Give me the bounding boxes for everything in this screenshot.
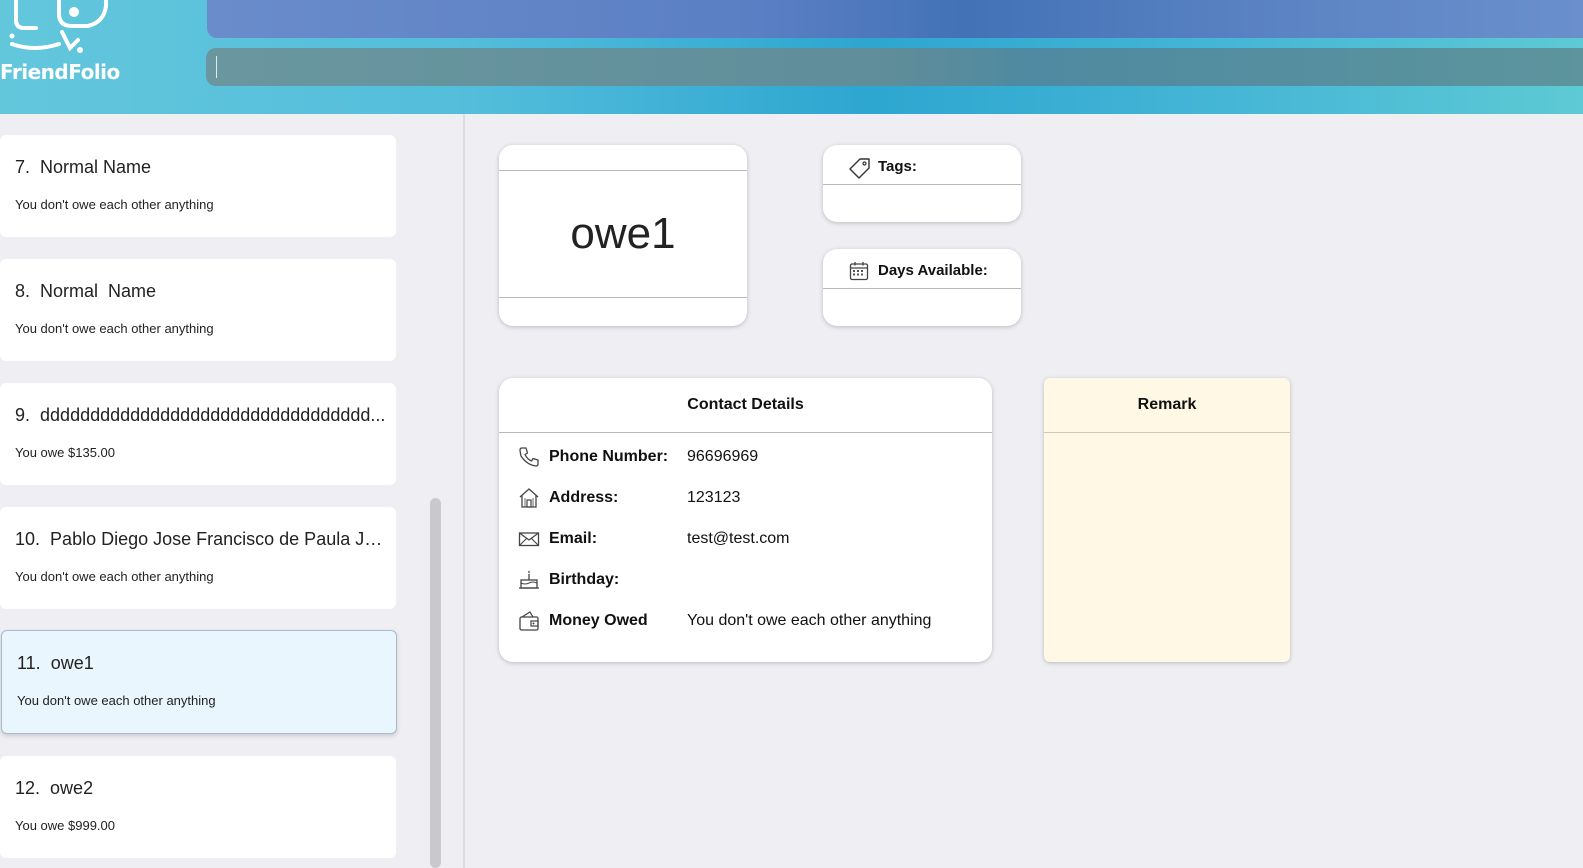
divider — [499, 297, 747, 298]
calendar-icon — [849, 261, 869, 281]
email-row: Email: test@test.com — [499, 527, 992, 551]
panel-divider[interactable] — [463, 114, 465, 868]
logo-icon — [4, 0, 108, 58]
command-input[interactable] — [206, 48, 1583, 86]
list-item[interactable]: 12. owe2 You owe $999.00 — [0, 756, 396, 858]
list-scrollbar[interactable] — [430, 498, 441, 868]
divider — [499, 432, 992, 433]
name-card: owe1 — [499, 145, 747, 326]
phone-label: Phone Number: — [549, 448, 669, 465]
phone-value: 96696969 — [687, 448, 759, 465]
money-owed-row: Money Owed You don't owe each other anyt… — [499, 609, 992, 633]
address-value: 123123 — [687, 489, 741, 506]
contact-details-title: Contact Details — [687, 396, 804, 413]
email-value: test@test.com — [687, 530, 790, 547]
top-banner — [207, 0, 1583, 38]
mail-icon — [518, 528, 540, 550]
wallet-icon — [518, 610, 540, 632]
divider — [499, 170, 747, 171]
list-item[interactable]: 9. ddddddddddddddddddddddddddddddddd... … — [0, 383, 396, 485]
list-item-status: You don't owe each other anything — [15, 569, 214, 584]
money-owed-value: You don't owe each other anything — [687, 612, 932, 629]
remark-title: Remark — [1137, 396, 1197, 413]
list-item-status: You owe $135.00 — [15, 445, 116, 460]
tags-card: Tags: — [823, 145, 1021, 222]
contact-name: owe1 — [570, 209, 676, 258]
contact-list[interactable]: 7. Normal Name You don't owe each other … — [0, 114, 464, 868]
remark-card: Remark — [1044, 378, 1290, 662]
address-label: Address: — [549, 489, 619, 506]
list-item-name: 8. Normal Name — [15, 281, 157, 301]
house-icon — [518, 487, 540, 509]
tags-label: Tags: — [878, 158, 917, 175]
phone-icon — [518, 446, 540, 468]
list-item-selected[interactable]: 11. owe1 You don't owe each other anythi… — [1, 630, 397, 734]
days-available-label: Days Available: — [878, 262, 988, 279]
list-item[interactable]: 7. Normal Name You don't owe each other … — [0, 135, 396, 237]
app-logo-text: FriendFolio — [0, 60, 120, 84]
list-item-status: You don't owe each other anything — [15, 321, 214, 336]
list-item-status: You don't owe each other anything — [15, 197, 214, 212]
days-available-card: Days Available: — [823, 249, 1021, 326]
list-item[interactable]: 8. Normal Name You don't owe each other … — [0, 259, 396, 361]
list-item-name: 7. Normal Name — [15, 157, 152, 177]
birthday-row: Birthday: — [499, 568, 992, 592]
address-row: Address: 123123 — [499, 486, 992, 510]
list-item-name: 9. ddddddddddddddddddddddddddddddddd... — [15, 405, 386, 425]
phone-row: Phone Number: 96696969 — [499, 445, 992, 469]
money-owed-label: Money Owed — [549, 612, 648, 629]
list-item-name: 11. owe1 — [17, 653, 94, 673]
list-item-name: 12. owe2 — [15, 778, 94, 798]
tag-icon — [849, 157, 870, 179]
tags-header: Tags: — [823, 145, 1021, 185]
list-item[interactable]: 10. Pablo Diego Jose Francisco de Paula … — [0, 507, 396, 609]
list-item-status: You owe $999.00 — [15, 818, 116, 833]
list-item-name: 10. Pablo Diego Jose Francisco de Paula … — [15, 529, 387, 549]
input-caret — [216, 56, 217, 78]
days-header: Days Available: — [823, 249, 1021, 289]
contact-details-card: Contact Details Phone Number: 96696969 A… — [499, 378, 992, 662]
divider — [1044, 432, 1290, 433]
cake-icon — [518, 569, 540, 591]
birthday-label: Birthday: — [549, 571, 620, 588]
email-label: Email: — [549, 530, 598, 547]
header-bar: FriendFolio — [0, 0, 1583, 114]
list-item-status: You don't owe each other anything — [17, 693, 216, 708]
